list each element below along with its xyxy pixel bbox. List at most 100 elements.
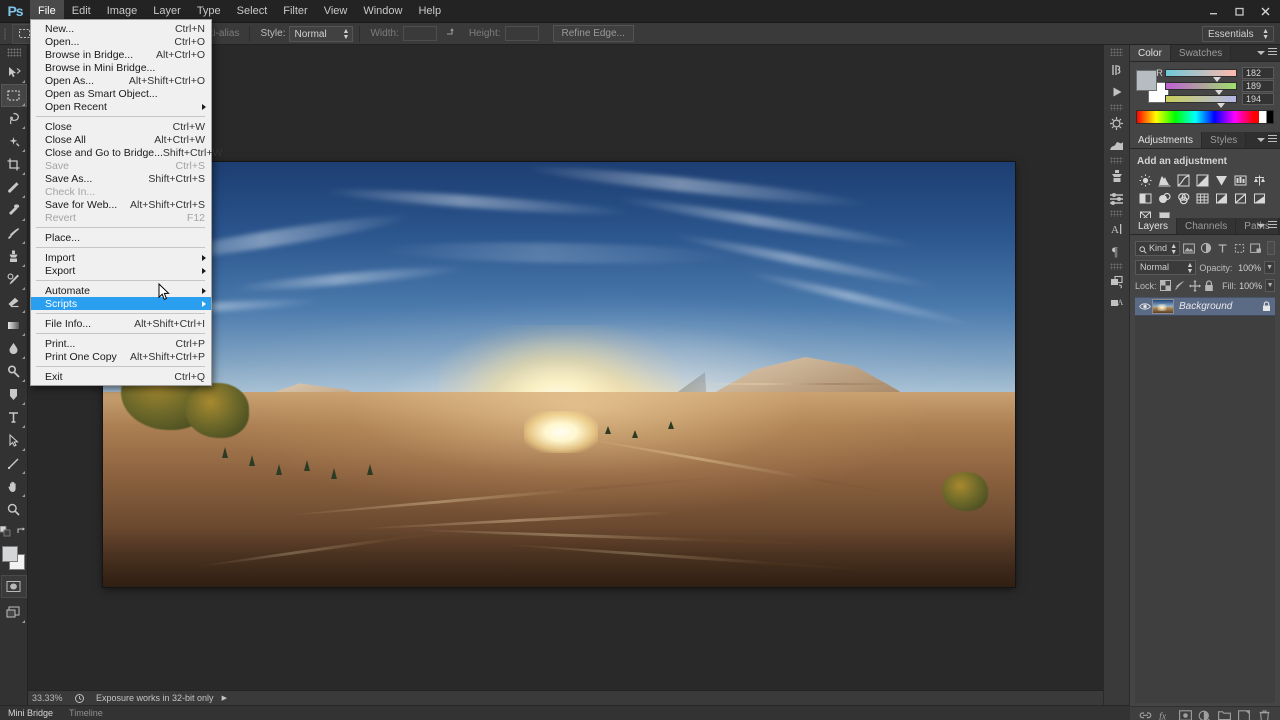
channel-mixer-icon[interactable] <box>1175 190 1191 206</box>
maximize-icon[interactable] <box>1226 0 1252 23</box>
tab-layers[interactable]: Layers <box>1130 218 1178 234</box>
exposure-icon[interactable] <box>1194 172 1210 188</box>
swap-colors-icon[interactable] <box>16 524 27 542</box>
menu-item-scripts[interactable]: Scripts <box>31 297 211 310</box>
brush-preset-icon[interactable] <box>1104 112 1129 134</box>
black-white-icon[interactable] <box>1137 190 1153 206</box>
tools-panel-grip[interactable] <box>6 48 21 57</box>
tab-mini-bridge[interactable]: Mini Bridge <box>0 706 61 720</box>
filter-enable-toggle[interactable] <box>1267 241 1275 255</box>
layers-panel-menu[interactable] <box>1257 221 1277 230</box>
hand-tool[interactable] <box>1 475 27 498</box>
threshold-icon[interactable] <box>1251 190 1267 206</box>
layer-list[interactable]: Background <box>1135 297 1275 703</box>
filter-smart-object-icon[interactable] <box>1249 241 1264 256</box>
red-value[interactable]: 182 <box>1242 66 1274 79</box>
green-value[interactable]: 189 <box>1242 79 1274 92</box>
height-input[interactable] <box>504 26 539 41</box>
layer-name[interactable]: Background <box>1179 301 1260 312</box>
vibrance-icon[interactable] <box>1213 172 1229 188</box>
menu-item-open[interactable]: Open... Ctrl+O <box>31 35 211 48</box>
blend-mode-select[interactable]: Normal ▲ ▼ <box>1135 260 1197 275</box>
color-spectrum-ramp[interactable] <box>1136 110 1274 124</box>
hue-saturation-icon[interactable] <box>1232 172 1248 188</box>
foreground-color-swatch[interactable] <box>1 546 18 562</box>
history-icon[interactable] <box>1104 59 1129 81</box>
minimize-icon[interactable] <box>1200 0 1226 23</box>
swap-dimensions-icon[interactable] <box>445 26 457 41</box>
screen-mode[interactable] <box>1 601 27 624</box>
new-adjustment-layer-icon[interactable] <box>1198 709 1212 720</box>
add-layer-mask-icon[interactable] <box>1178 709 1192 720</box>
levels-icon[interactable] <box>1156 172 1172 188</box>
menu-item-save-as[interactable]: Save As... Shift+Ctrl+S <box>31 172 211 185</box>
brush-tool[interactable] <box>1 222 27 245</box>
eyedropper-tool[interactable] <box>1 176 27 199</box>
photo-filter-icon[interactable] <box>1156 190 1172 206</box>
color-panel-foreground-swatch[interactable] <box>1136 69 1157 91</box>
spot-healing-brush-tool[interactable] <box>1 199 27 222</box>
menu-item-import[interactable]: Import <box>31 251 211 264</box>
invert-icon[interactable] <box>1213 190 1229 206</box>
line-shape-tool[interactable] <box>1 452 27 475</box>
table-row[interactable]: Background <box>1135 297 1275 316</box>
crop-tool[interactable] <box>1 153 27 176</box>
tab-adjustments[interactable]: Adjustments <box>1130 132 1203 148</box>
menu-item-open-recent[interactable]: Open Recent <box>31 100 211 113</box>
menu-item-print[interactable]: Print... Ctrl+P <box>31 337 211 350</box>
layer-comps-icon[interactable] <box>1104 271 1129 293</box>
menu-view[interactable]: View <box>316 0 356 23</box>
clone-source-icon[interactable] <box>1104 165 1129 187</box>
menu-item-open-as-smart-object[interactable]: Open as Smart Object... <box>31 87 211 100</box>
fill-stepper-icon[interactable]: ▼ <box>1265 279 1275 292</box>
dodge-tool[interactable] <box>1 360 27 383</box>
opacity-value[interactable]: 100% <box>1235 263 1261 273</box>
menu-item-place[interactable]: Place... <box>31 231 211 244</box>
menu-item-open-as[interactable]: Open As... Alt+Shift+Ctrl+O <box>31 74 211 87</box>
brush-panel-icon[interactable] <box>1104 134 1129 156</box>
eraser-tool[interactable] <box>1 291 27 314</box>
quick-mask-mode[interactable] <box>0 575 27 598</box>
style-select[interactable]: Normal ▲ ▼ <box>289 25 354 42</box>
path-selection-tool[interactable] <box>1 429 27 452</box>
document-icon[interactable] <box>72 693 86 703</box>
filter-adjustment-icon[interactable] <box>1199 241 1214 256</box>
lock-transparent-pixels-icon[interactable] <box>1159 279 1171 292</box>
curves-icon[interactable] <box>1175 172 1191 188</box>
options-bar-grip[interactable] <box>0 23 10 45</box>
menu-item-close-and-go-to-bridge[interactable]: Close and Go to Bridge... Shift+Ctrl+W <box>31 146 222 159</box>
width-input[interactable] <box>402 26 437 41</box>
color-balance-icon[interactable] <box>1251 172 1267 188</box>
lock-all-icon[interactable] <box>1204 279 1215 292</box>
rectangular-marquee-tool[interactable] <box>0 84 27 107</box>
character-icon[interactable]: A <box>1104 218 1129 240</box>
lasso-tool[interactable] <box>1 107 27 130</box>
quick-selection-tool[interactable] <box>1 130 27 153</box>
red-slider[interactable] <box>1165 68 1237 82</box>
menu-item-browse-in-bridge[interactable]: Browse in Bridge... Alt+Ctrl+O <box>31 48 211 61</box>
filter-pixel-icon[interactable] <box>1182 241 1197 256</box>
menu-select[interactable]: Select <box>229 0 276 23</box>
color-swatches[interactable] <box>1 546 27 572</box>
rail-grip[interactable] <box>1110 48 1123 56</box>
blue-value[interactable]: 194 <box>1242 92 1274 105</box>
filter-shape-icon[interactable] <box>1232 241 1247 256</box>
lock-image-pixels-icon[interactable] <box>1174 279 1186 292</box>
menu-item-file-info[interactable]: File Info... Alt+Shift+Ctrl+I <box>31 317 211 330</box>
gradient-tool[interactable] <box>1 314 27 337</box>
move-tool[interactable] <box>1 61 27 84</box>
tool-preset-icon[interactable] <box>1104 187 1129 209</box>
delete-layer-icon[interactable] <box>1257 709 1271 720</box>
zoom-level[interactable]: 33.33% <box>28 693 72 703</box>
posterize-icon[interactable] <box>1232 190 1248 206</box>
menu-item-exit[interactable]: Exit Ctrl+Q <box>31 370 211 383</box>
brightness-contrast-icon[interactable] <box>1137 172 1153 188</box>
horizontal-type-tool[interactable] <box>1 406 27 429</box>
tab-swatches[interactable]: Swatches <box>1170 45 1232 61</box>
menu-item-save-for-web[interactable]: Save for Web... Alt+Shift+Ctrl+S <box>31 198 211 211</box>
menu-filter[interactable]: Filter <box>275 0 315 23</box>
menu-help[interactable]: Help <box>410 0 449 23</box>
new-group-icon[interactable] <box>1218 709 1232 720</box>
link-layers-icon[interactable] <box>1139 709 1153 720</box>
menu-item-export[interactable]: Export <box>31 264 211 277</box>
